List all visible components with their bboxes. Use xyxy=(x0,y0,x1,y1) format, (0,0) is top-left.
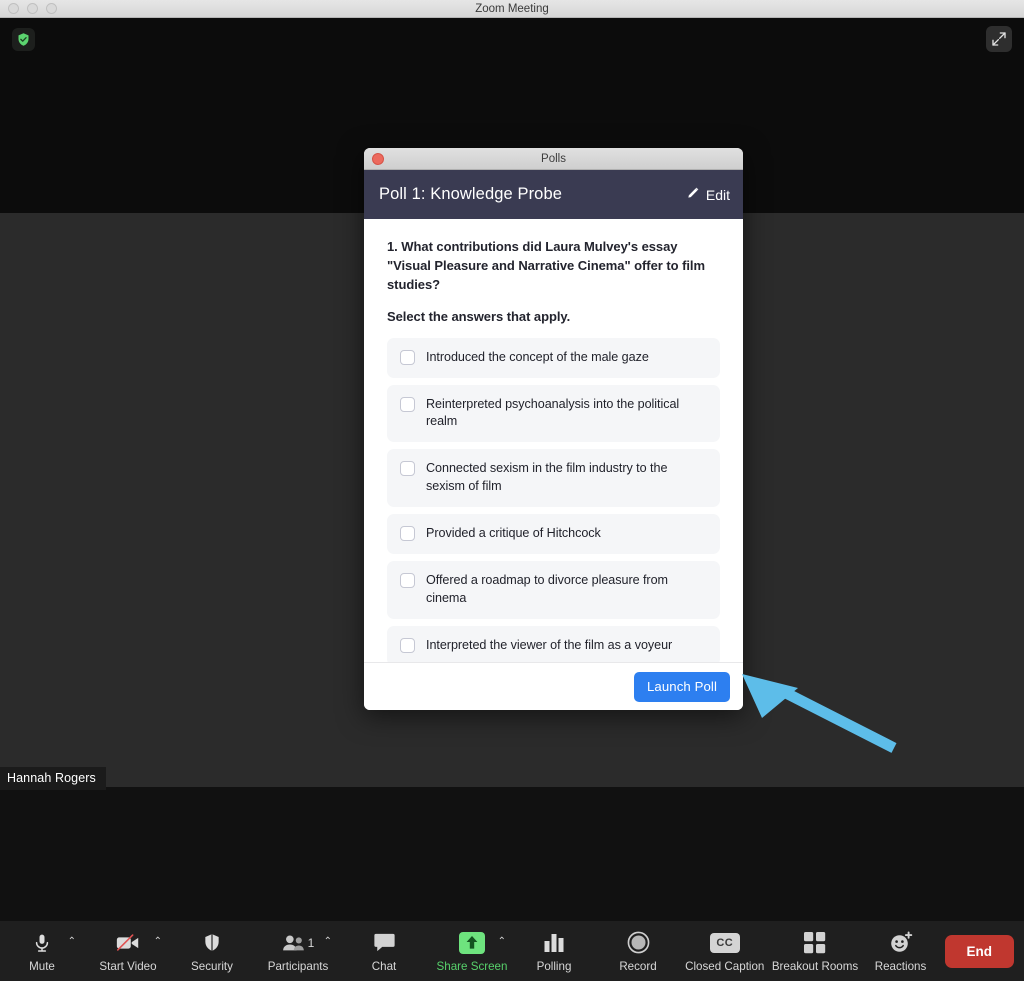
toolbar-label-security: Security xyxy=(191,959,233,973)
poll-option-label: Introduced the concept of the male gaze xyxy=(426,349,649,364)
toolbar-item-start-video[interactable]: ⌃ Start Video xyxy=(99,923,162,979)
shield-check-icon[interactable] xyxy=(12,28,35,51)
expand-arrows-icon[interactable] xyxy=(986,26,1012,52)
checkbox-icon[interactable] xyxy=(400,526,415,542)
mac-window-titlebar: Zoom Meeting xyxy=(0,0,1024,18)
grid-squares-icon xyxy=(804,931,826,954)
participant-name-label: Hannah Rogers xyxy=(0,767,106,790)
poll-option-row[interactable]: Introduced the concept of the male gaze xyxy=(387,337,720,378)
shield-icon xyxy=(202,931,222,954)
toolbar-label-share-screen: Share Screen xyxy=(436,959,508,973)
video-stage-lower xyxy=(0,787,1024,921)
toolbar-label-record: Record xyxy=(619,959,657,973)
poll-option-label: Reinterpreted psychoanalysis into the po… xyxy=(426,396,680,429)
checkbox-icon[interactable] xyxy=(400,572,415,588)
poll-body: 1. What contributions did Laura Mulvey's… xyxy=(364,219,743,662)
record-circle-icon xyxy=(627,931,650,954)
meeting-toolbar: ⌃ Mute ⌃ Start Video Security ⌃ 1 Participants C… xyxy=(0,921,1024,981)
zoom-meeting-window: Zoom Meeting Hannah Rogers Polls Poll 1:… xyxy=(0,0,1024,981)
polls-dialog-titlebar: Polls xyxy=(364,148,743,170)
toolbar-label-mute: Mute xyxy=(29,959,55,973)
chevron-up-icon[interactable]: ⌃ xyxy=(498,937,506,947)
cc-badge: CC xyxy=(709,932,740,953)
video-off-icon xyxy=(115,932,141,954)
toolbar-item-participants[interactable]: ⌃ 1 Participants xyxy=(267,923,332,979)
poll-question: 1. What contributions did Laura Mulvey's… xyxy=(387,239,705,293)
bar-chart-icon xyxy=(543,932,565,953)
poll-option-row[interactable]: Provided a critique of Hitchcock xyxy=(387,514,720,554)
toolbar-label-breakout-rooms: Breakout Rooms xyxy=(771,959,859,973)
chevron-up-icon[interactable]: ⌃ xyxy=(68,937,76,947)
poll-footer: Launch Poll xyxy=(364,662,743,710)
poll-instruction: Select the answers that apply. xyxy=(387,308,571,324)
cc-icon: CC xyxy=(709,932,740,953)
poll-title: Poll 1: Knowledge Probe xyxy=(379,185,563,203)
chevron-up-icon[interactable]: ⌃ xyxy=(324,937,332,947)
toolbar-item-security[interactable]: Security xyxy=(184,923,240,979)
checkbox-icon[interactable] xyxy=(400,637,415,653)
end-meeting-button[interactable]: End xyxy=(944,934,1014,968)
toolbar-label-polling: Polling xyxy=(536,959,572,973)
microphone-icon xyxy=(32,931,52,955)
toolbar-label-reactions: Reactions xyxy=(874,959,927,973)
toolbar-label-closed-caption: Closed Caption xyxy=(685,959,765,973)
poll-option-row[interactable]: Offered a roadmap to divorce pleasure fr… xyxy=(387,560,720,619)
toolbar-item-breakout-rooms[interactable]: Breakout Rooms xyxy=(772,923,858,979)
smiley-plus-icon xyxy=(889,931,913,954)
chat-bubble-icon xyxy=(373,932,396,953)
window-title: Zoom Meeting xyxy=(475,2,549,15)
edit-poll-button[interactable]: Edit xyxy=(686,186,730,203)
edit-poll-label: Edit xyxy=(705,186,730,203)
checkbox-icon[interactable] xyxy=(400,461,415,477)
toolbar-item-reactions[interactable]: Reactions xyxy=(873,923,929,979)
checkbox-icon[interactable] xyxy=(400,396,415,412)
participants-count: 1 xyxy=(307,935,315,950)
people-icon: 1 xyxy=(282,933,315,953)
toolbar-item-chat[interactable]: Chat xyxy=(356,923,412,979)
toolbar-label-chat: Chat xyxy=(371,959,397,973)
share-up-arrow-icon xyxy=(459,931,485,954)
share-green-box xyxy=(459,931,485,954)
toolbar-item-polling[interactable]: Polling xyxy=(526,923,582,979)
toolbar-item-closed-caption[interactable]: CC Closed Caption xyxy=(685,923,764,979)
toolbar-item-record[interactable]: Record xyxy=(610,923,666,979)
poll-options-list: Introduced the concept of the male gaze R… xyxy=(387,337,720,662)
poll-option-label: Connected sexism in the film industry to… xyxy=(426,461,668,494)
toolbar-label-start-video: Start Video xyxy=(99,959,157,973)
poll-option-label: Offered a roadmap to divorce pleasure fr… xyxy=(426,572,668,605)
poll-option-row[interactable]: Connected sexism in the film industry to… xyxy=(387,449,720,508)
pencil-icon xyxy=(686,186,700,203)
toolbar-item-mute[interactable]: ⌃ Mute xyxy=(14,923,76,979)
toolbar-label-participants: Participants xyxy=(267,959,329,973)
polls-dialog: Polls Poll 1: Knowledge Probe Edit 1. Wh… xyxy=(364,148,743,710)
chevron-up-icon[interactable]: ⌃ xyxy=(154,937,162,947)
checkbox-icon[interactable] xyxy=(400,349,415,365)
poll-header: Poll 1: Knowledge Probe Edit xyxy=(364,170,743,219)
launch-poll-button[interactable]: Launch Poll xyxy=(633,671,730,702)
toolbar-item-share-screen[interactable]: ⌃ Share Screen xyxy=(437,923,507,979)
poll-option-label: Provided a critique of Hitchcock xyxy=(426,526,601,541)
polls-dialog-title: Polls xyxy=(541,152,566,165)
poll-option-row[interactable]: Reinterpreted psychoanalysis into the po… xyxy=(387,384,720,443)
poll-option-label: Interpreted the viewer of the film as a … xyxy=(426,637,673,652)
poll-option-row[interactable]: Interpreted the viewer of the film as a … xyxy=(387,625,720,662)
